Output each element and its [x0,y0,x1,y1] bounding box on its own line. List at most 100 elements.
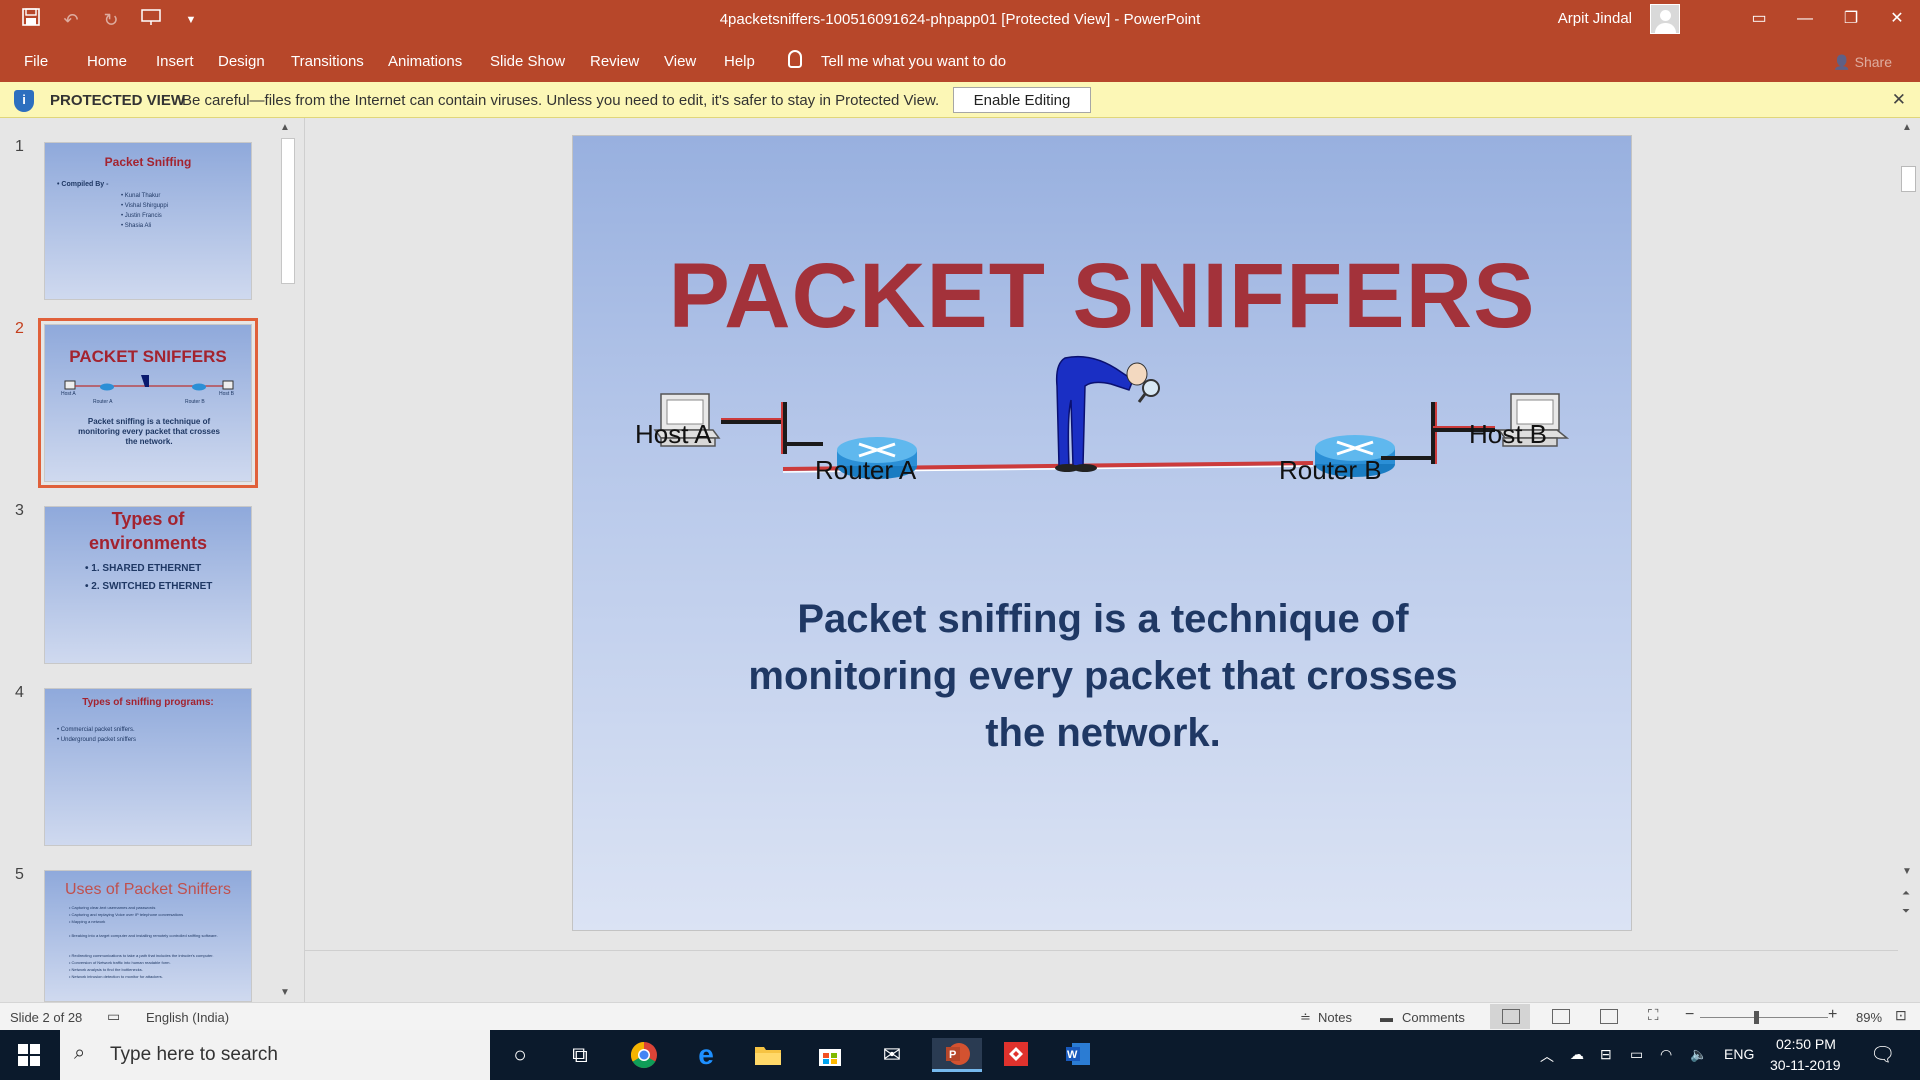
slide-thumbnail-4[interactable]: Types of sniffing programs: • Commercial… [44,688,252,846]
scrollbar-thumb[interactable] [1901,166,1916,192]
mail-icon[interactable]: ✉ [874,1038,910,1072]
slide-scrollbar[interactable]: ▲ ▼ ⏶ ⏷ [1898,118,1920,1002]
tab-help[interactable]: Help [724,53,755,70]
tab-design[interactable]: Design [218,53,265,70]
zoom-slider-knob[interactable] [1754,1011,1759,1024]
windows-start-icon[interactable] [18,1044,40,1066]
clock-time[interactable]: 02:50 PM [1776,1036,1836,1052]
thumb-label: Host B [219,391,235,397]
word-icon[interactable]: W [1060,1038,1096,1072]
chrome-icon[interactable] [626,1038,662,1072]
windows-taskbar: ⌕ Type here to search ○ ⧉ e ✉ P W ︿ ☁ ⊟ … [0,1030,1920,1080]
zoom-slider[interactable] [1700,1017,1828,1018]
user-name[interactable]: Arpit Jindal [1558,10,1632,27]
search-icon: ⌕ [74,1042,86,1064]
slide-title: PACKET SNIFFERS [668,245,1536,347]
thumb-line: • Vishal Shirguppi [121,203,169,209]
taskbar-search-box[interactable]: ⌕ Type here to search [60,1030,490,1080]
thumb-line: • Commercial packet sniffers. [57,727,135,733]
scroll-up-icon[interactable]: ▲ [1902,122,1912,133]
close-icon[interactable]: ✕ [1892,90,1906,110]
zoom-out-icon[interactable]: − [1685,1006,1694,1024]
volume-icon[interactable]: 🔈 [1690,1046,1707,1063]
task-view-icon[interactable]: ⧉ [562,1038,598,1072]
slide-show-icon[interactable]: ⛶ [1648,1007,1659,1024]
wifi-icon[interactable]: ◠ [1660,1046,1672,1063]
security-icon[interactable]: ⊟ [1600,1046,1612,1063]
fit-slide-icon[interactable]: ⊡ [1895,1007,1907,1024]
notes-icon: ≐ [1300,1010,1311,1025]
anydesk-icon[interactable] [998,1038,1034,1072]
svg-text:W: W [1067,1049,1078,1061]
shield-info-icon: i [14,90,34,112]
comments-button[interactable]: Comments [1402,1010,1465,1025]
host-a-label: Host A [635,419,712,449]
ribbon-display-options-icon[interactable]: ▭ [1736,0,1782,40]
current-slide[interactable]: PACKET SNIFFERS Host A Router A Router B… [572,135,1632,931]
tab-animations[interactable]: Animations [388,53,462,70]
file-explorer-icon[interactable] [750,1038,786,1072]
next-slide-icon[interactable]: ⏷ [1902,906,1910,917]
scroll-up-icon[interactable]: ▲ [280,122,290,133]
notes-button[interactable]: Notes [1318,1010,1352,1025]
tab-view[interactable]: View [664,53,696,70]
close-button[interactable]: ✕ [1874,0,1920,40]
thumb-line: • Capturing clear-text usernames and pas… [69,905,156,910]
notifications-icon[interactable]: 🗨 [1870,1042,1895,1067]
thumb-line: • Kunal Thakur [121,193,161,199]
avatar[interactable] [1650,4,1680,34]
tab-file[interactable]: File [24,53,48,70]
ribbon-tabs: File Home Insert Design Transitions Anim… [0,40,1920,82]
thumb-line: • Redirecting communications to take a p… [69,953,214,958]
slide-thumbnail-5[interactable]: Uses of Packet Sniffers • Capturing clea… [44,870,252,1002]
thumbnail-scrollbar[interactable]: ▲ ▼ [278,118,298,1002]
thumb-line: • Network analysis to find the bottlenec… [69,967,143,972]
share-button[interactable]: 👤 Share [1833,54,1892,71]
scroll-down-icon[interactable]: ▼ [280,987,290,998]
slide-thumbnail-2[interactable]: PACKET SNIFFERS Host A Router A Router B… [38,318,258,488]
slide-body-text: Packet sniffing is a technique of monito… [748,597,1458,755]
thumb-body: Packet sniffing is a technique of monito… [78,417,220,446]
tell-me-search[interactable]: Tell me what you want to do [821,53,1006,70]
restore-button[interactable]: ❐ [1828,0,1874,40]
thumb-line: • Capturing and replaying Voice over IP … [69,912,184,917]
scroll-down-icon[interactable]: ▼ [1902,866,1912,877]
cortana-icon[interactable]: ○ [502,1038,538,1072]
zoom-in-icon[interactable]: + [1828,1006,1837,1024]
clock-date[interactable]: 30-11-2019 [1770,1057,1841,1073]
notes-separator[interactable] [304,950,1900,951]
thumb-title: PACKET SNIFFERS [69,347,227,366]
enable-editing-button[interactable]: Enable Editing [953,87,1091,113]
tab-home[interactable]: Home [87,53,127,70]
zoom-level[interactable]: 89% [1856,1010,1882,1025]
language-indicator[interactable]: English (India) [146,1010,229,1025]
slide-thumbnail-3[interactable]: Types of environments • 1. SHARED ETHERN… [44,506,252,664]
slide-sorter-icon[interactable] [1552,1009,1570,1024]
previous-slide-icon[interactable]: ⏶ [1902,888,1910,899]
tab-transitions[interactable]: Transitions [291,53,364,70]
lightbulb-icon [788,50,802,68]
tab-slide-show[interactable]: Slide Show [490,53,565,70]
share-label: Share [1854,54,1892,70]
scrollbar-thumb[interactable] [281,138,295,284]
protected-view-title: PROTECTED VIEW [50,92,186,109]
slide-thumbnail-1[interactable]: Packet Sniffing • Compiled By - • Kunal … [44,142,252,300]
input-language[interactable]: ENG [1724,1046,1754,1062]
edge-icon[interactable]: e [688,1038,724,1072]
store-icon[interactable] [812,1038,848,1072]
sniffer-person-icon [1055,355,1160,472]
tab-insert[interactable]: Insert [156,53,194,70]
reading-view-icon[interactable] [1600,1009,1618,1024]
tab-review[interactable]: Review [590,53,639,70]
host-b-label: Host B [1469,419,1548,449]
onedrive-icon[interactable]: ☁ [1570,1046,1584,1063]
minimize-button[interactable]: — [1782,0,1828,40]
powerpoint-taskbar-icon[interactable]: P [932,1038,982,1072]
battery-icon[interactable]: ▭ [1630,1046,1643,1063]
thumb-line: • 1. SHARED ETHERNET [85,563,202,574]
thumb-line: • 2. SWITCHED ETHERNET [85,581,213,592]
show-hidden-icons-chevron-icon[interactable]: ︿ [1540,1046,1554,1066]
normal-view-icon[interactable] [1502,1009,1520,1024]
spell-check-icon[interactable]: ▭ [107,1008,120,1025]
document-title: 4packetsniffers-100516091624-phpapp01 [P… [719,11,1201,28]
